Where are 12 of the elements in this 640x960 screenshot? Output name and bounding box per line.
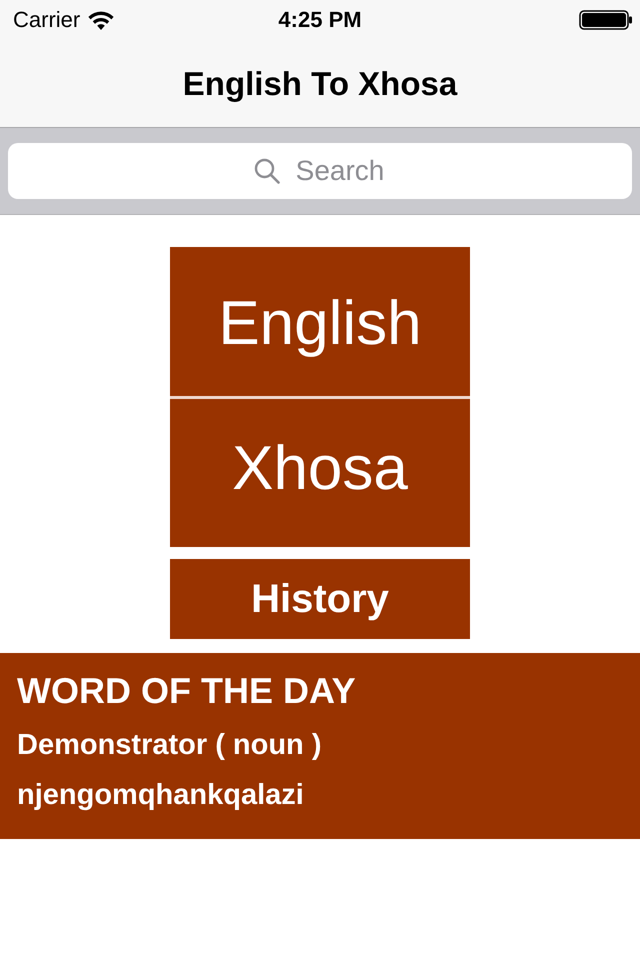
history-button[interactable]: History <box>170 559 470 639</box>
wifi-icon <box>88 10 114 30</box>
clock-time: 4:25 PM <box>278 9 362 31</box>
search-field[interactable]: Search <box>8 143 632 199</box>
english-word: Demonstrator ( noun ) <box>17 731 322 760</box>
language-direction-button[interactable]: English Xhosa <box>170 247 470 547</box>
carrier-label: Carrier <box>13 9 80 31</box>
battery-icon <box>579 10 633 30</box>
screen-title: English To Xhosa <box>182 67 458 100</box>
xhosa-translation: njengomqhankqalazi <box>17 781 304 810</box>
search-icon <box>254 158 280 184</box>
section-heading: WORD OF THE DAY <box>17 673 356 709</box>
